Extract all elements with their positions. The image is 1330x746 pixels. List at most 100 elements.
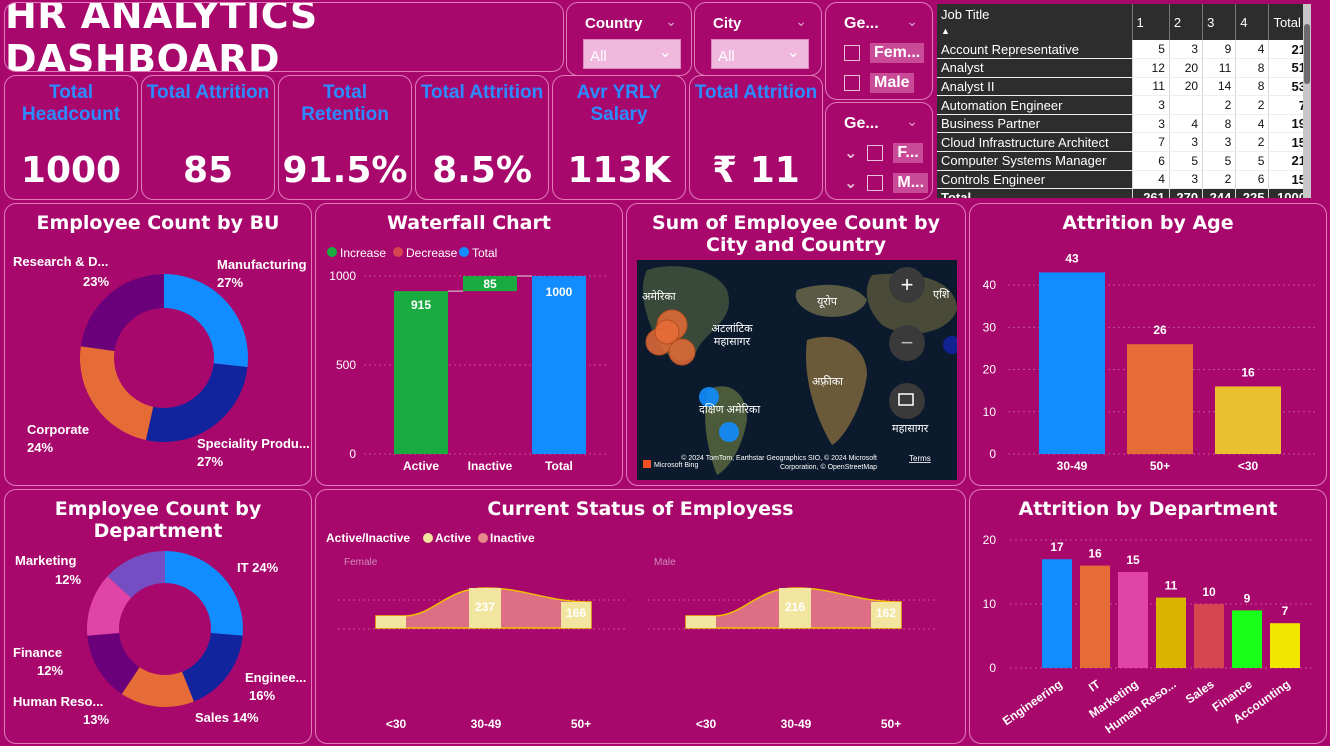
checkbox[interactable] bbox=[867, 175, 884, 191]
tick-label: 500 bbox=[336, 358, 356, 372]
bar bbox=[1215, 386, 1281, 454]
table-row[interactable]: Controls Engineer 4 3 2 6 15 bbox=[937, 170, 1311, 190]
city-dropdown[interactable]: All ⌄ bbox=[711, 39, 809, 69]
title-card: HR ANALYTICS DASHBOARD bbox=[4, 2, 564, 72]
status-card: Current Status of Employess Active/Inact… bbox=[315, 489, 966, 744]
bu-donut-card: Employee Count by BU Manufacturing Specia… bbox=[4, 203, 312, 486]
data-label: 162 bbox=[876, 606, 896, 620]
column-header[interactable]: Job Title ▲ bbox=[937, 4, 1133, 40]
tick-label: 0 bbox=[989, 661, 996, 675]
country-dropdown[interactable]: All ⌄ bbox=[583, 39, 681, 69]
chevron-down-icon[interactable]: ⌄ bbox=[665, 13, 677, 30]
active-segment bbox=[376, 616, 406, 628]
column-header[interactable]: 2 bbox=[1169, 4, 1204, 40]
kpi-label: Total Headcount bbox=[21, 82, 121, 125]
bar bbox=[1042, 559, 1072, 668]
donut-slice bbox=[165, 551, 243, 636]
category-label: Inactive bbox=[468, 459, 513, 473]
kpi-label: Total Attrition bbox=[146, 82, 270, 103]
chevron-down-icon[interactable]: ⌄ bbox=[906, 13, 918, 30]
kpi-label: Total Retention bbox=[301, 82, 389, 125]
select-tool-button[interactable] bbox=[889, 383, 925, 419]
gender-option-female[interactable]: Fem... bbox=[844, 43, 925, 63]
column-header[interactable]: 4 bbox=[1235, 4, 1270, 40]
job-title-cell: Cloud Infrastructure Architect bbox=[937, 132, 1133, 153]
attrition-dept-card: Attrition by Department 0 10 20 17 Engineeri… bbox=[969, 489, 1327, 744]
gender-option-male[interactable]: Male bbox=[844, 73, 914, 93]
bar bbox=[1127, 344, 1193, 454]
status-area-chart: Active/Inactive Active Inactive Female 237 16… bbox=[326, 531, 936, 731]
category-label: Engineering bbox=[1000, 677, 1065, 728]
donut-slice bbox=[145, 363, 248, 442]
gender-slicer-1[interactable]: Ge... ⌄ Fem... Male bbox=[825, 2, 933, 100]
table-row[interactable]: Analyst 12 20 11 8 51 bbox=[937, 58, 1311, 78]
tick-label: 40 bbox=[983, 278, 997, 292]
slice-label: Manufacturing bbox=[217, 257, 307, 272]
slice-label: Sales 14% bbox=[195, 710, 259, 725]
bar-active bbox=[394, 291, 448, 454]
slice-percent: 27% bbox=[217, 275, 243, 290]
world-map[interactable]: अमेरिका यूरोप अफ़्रीका दक्षिण अमेरिका एश… bbox=[637, 260, 957, 480]
dept-donut-card: Employee Count by Department IT 24% Engin… bbox=[4, 489, 312, 744]
category-label: 30-49 bbox=[1057, 459, 1088, 473]
gender-option-f[interactable]: ⌄ F... bbox=[844, 143, 923, 163]
table-row[interactable]: Automation Engineer3227 bbox=[937, 95, 1311, 115]
chevron-down-icon[interactable]: ⌄ bbox=[906, 113, 918, 130]
data-label: 915 bbox=[411, 298, 431, 312]
legend-label: Inactive bbox=[490, 531, 535, 545]
active-segment bbox=[686, 616, 716, 628]
data-label: 17 bbox=[1050, 540, 1064, 554]
legend-title: Active/Inactive bbox=[326, 531, 410, 545]
checkbox[interactable] bbox=[867, 145, 884, 161]
table-cell: 3 bbox=[1169, 170, 1204, 190]
map-terms-link[interactable]: Terms bbox=[909, 454, 931, 463]
total-cell: 270 bbox=[1169, 188, 1204, 198]
table-row[interactable]: Computer Systems Manager 6 5 5 5 21 bbox=[937, 151, 1311, 171]
chevron-down-icon[interactable]: ⌄ bbox=[844, 173, 857, 193]
gender-slicer-2[interactable]: Ge... ⌄ ⌄ F... ⌄ M... bbox=[825, 102, 933, 200]
category-label: 30-49 bbox=[781, 717, 812, 731]
option-label: Fem... bbox=[870, 43, 925, 63]
country-slicer[interactable]: Country ⌄ All ⌄ bbox=[566, 2, 692, 76]
map-label: अटलांटिक महासागर bbox=[711, 322, 753, 348]
map-bubble[interactable] bbox=[654, 319, 680, 345]
total-cell: Total bbox=[937, 188, 1133, 198]
bar bbox=[1080, 565, 1110, 668]
table-cell: 3 bbox=[1169, 40, 1204, 60]
legend-label: Increase bbox=[340, 246, 386, 260]
gender-option-m[interactable]: ⌄ M... bbox=[844, 173, 929, 193]
checkbox[interactable] bbox=[844, 75, 860, 91]
city-slicer[interactable]: City ⌄ All ⌄ bbox=[694, 2, 822, 76]
table-row[interactable]: Analyst II 11 20 14 8 53 bbox=[937, 77, 1311, 97]
table-cell: 20 bbox=[1169, 58, 1204, 78]
table-row[interactable]: Account Representative 5 3 9 4 21 bbox=[937, 40, 1311, 60]
donut-slice bbox=[182, 632, 243, 702]
map-label: अफ़्रीका bbox=[812, 375, 843, 388]
table-row[interactable]: Business Partner 3 4 8 4 19 bbox=[937, 114, 1311, 134]
table-cell: 11 bbox=[1132, 77, 1170, 97]
table-row[interactable]: Cloud Infrastructure Architect 7 3 3 2 15 bbox=[937, 132, 1311, 153]
chevron-down-icon[interactable]: ⌄ bbox=[844, 143, 857, 163]
slice-percent: 12% bbox=[37, 663, 63, 678]
zoom-in-button[interactable]: + bbox=[889, 267, 925, 303]
panel-title: Female bbox=[344, 557, 378, 568]
map-bubble[interactable] bbox=[719, 422, 739, 442]
scroll-thumb[interactable] bbox=[1304, 24, 1310, 84]
bar-total bbox=[532, 276, 586, 454]
scrollbar[interactable] bbox=[1303, 4, 1311, 198]
tick-label: 0 bbox=[349, 447, 356, 461]
total-cell: 244 bbox=[1202, 188, 1237, 198]
country-value: All bbox=[590, 48, 607, 65]
kpi-label: Avr YRLY Salary bbox=[576, 82, 662, 125]
table-cell: 2 bbox=[1235, 95, 1270, 115]
zoom-out-button[interactable]: − bbox=[889, 325, 925, 361]
column-header[interactable]: 3 bbox=[1202, 4, 1237, 40]
table-cell: 6 bbox=[1235, 170, 1270, 190]
slice-label: Research & D... bbox=[13, 254, 108, 269]
column-header[interactable]: 1 bbox=[1132, 4, 1170, 40]
chevron-down-icon[interactable]: ⌄ bbox=[795, 13, 807, 30]
job-title-matrix[interactable]: Job Title ▲ 1 2 3 4 Total Account Represe… bbox=[937, 4, 1311, 198]
kpi-value: 113K bbox=[567, 150, 671, 191]
checkbox[interactable] bbox=[844, 45, 860, 61]
table-cell: 5 bbox=[1235, 151, 1270, 171]
